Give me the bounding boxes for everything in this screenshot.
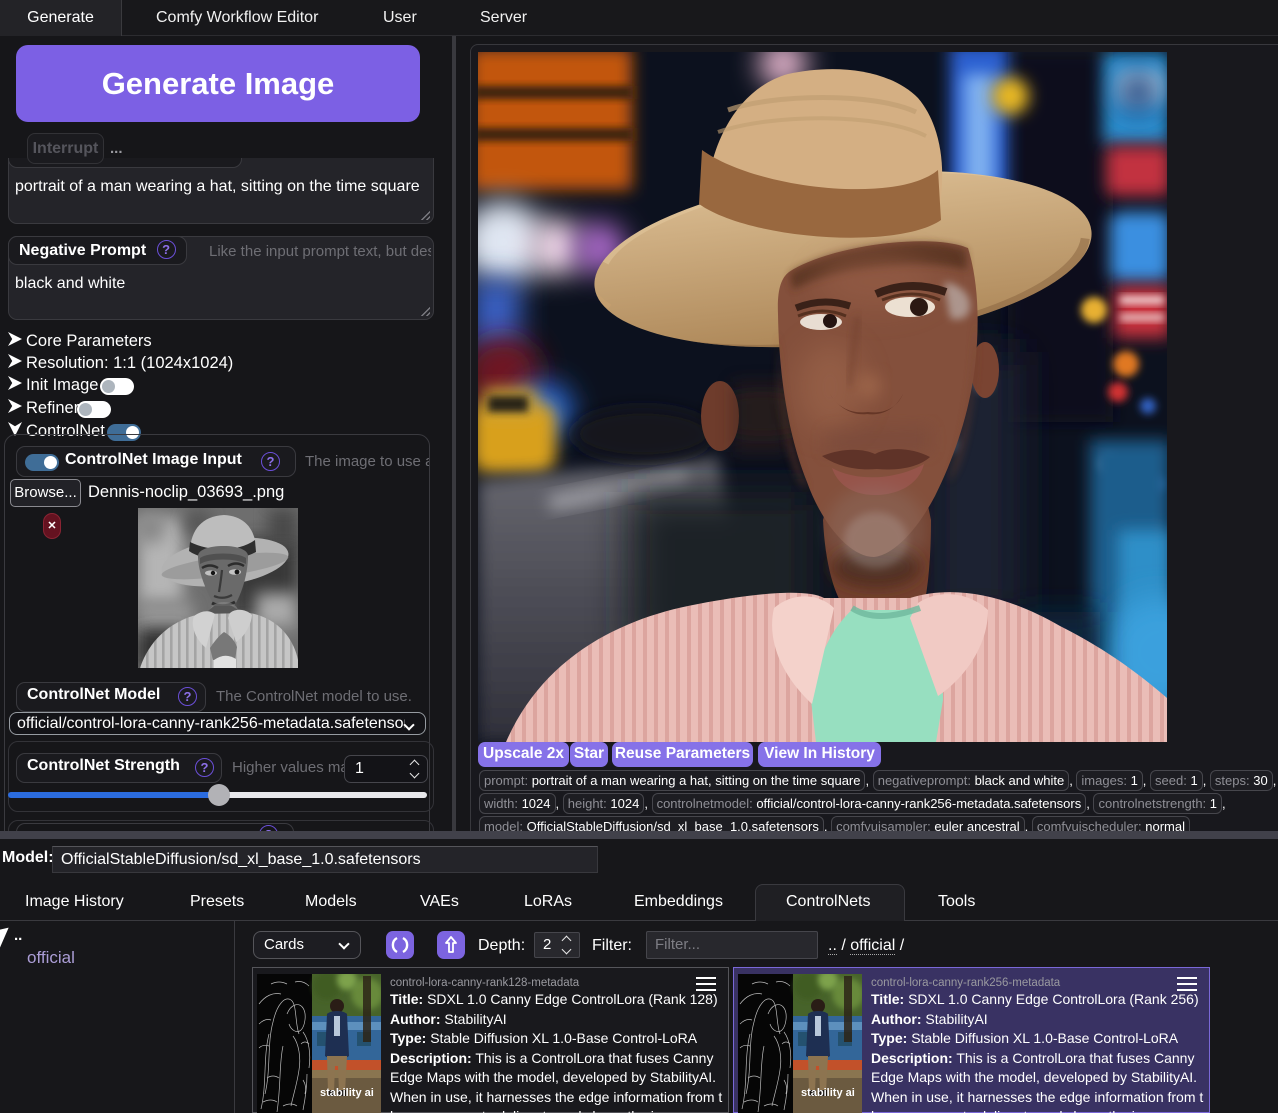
svg-text:stability ai: stability ai xyxy=(320,1087,374,1099)
svg-text:stability ai: stability ai xyxy=(801,1087,855,1099)
